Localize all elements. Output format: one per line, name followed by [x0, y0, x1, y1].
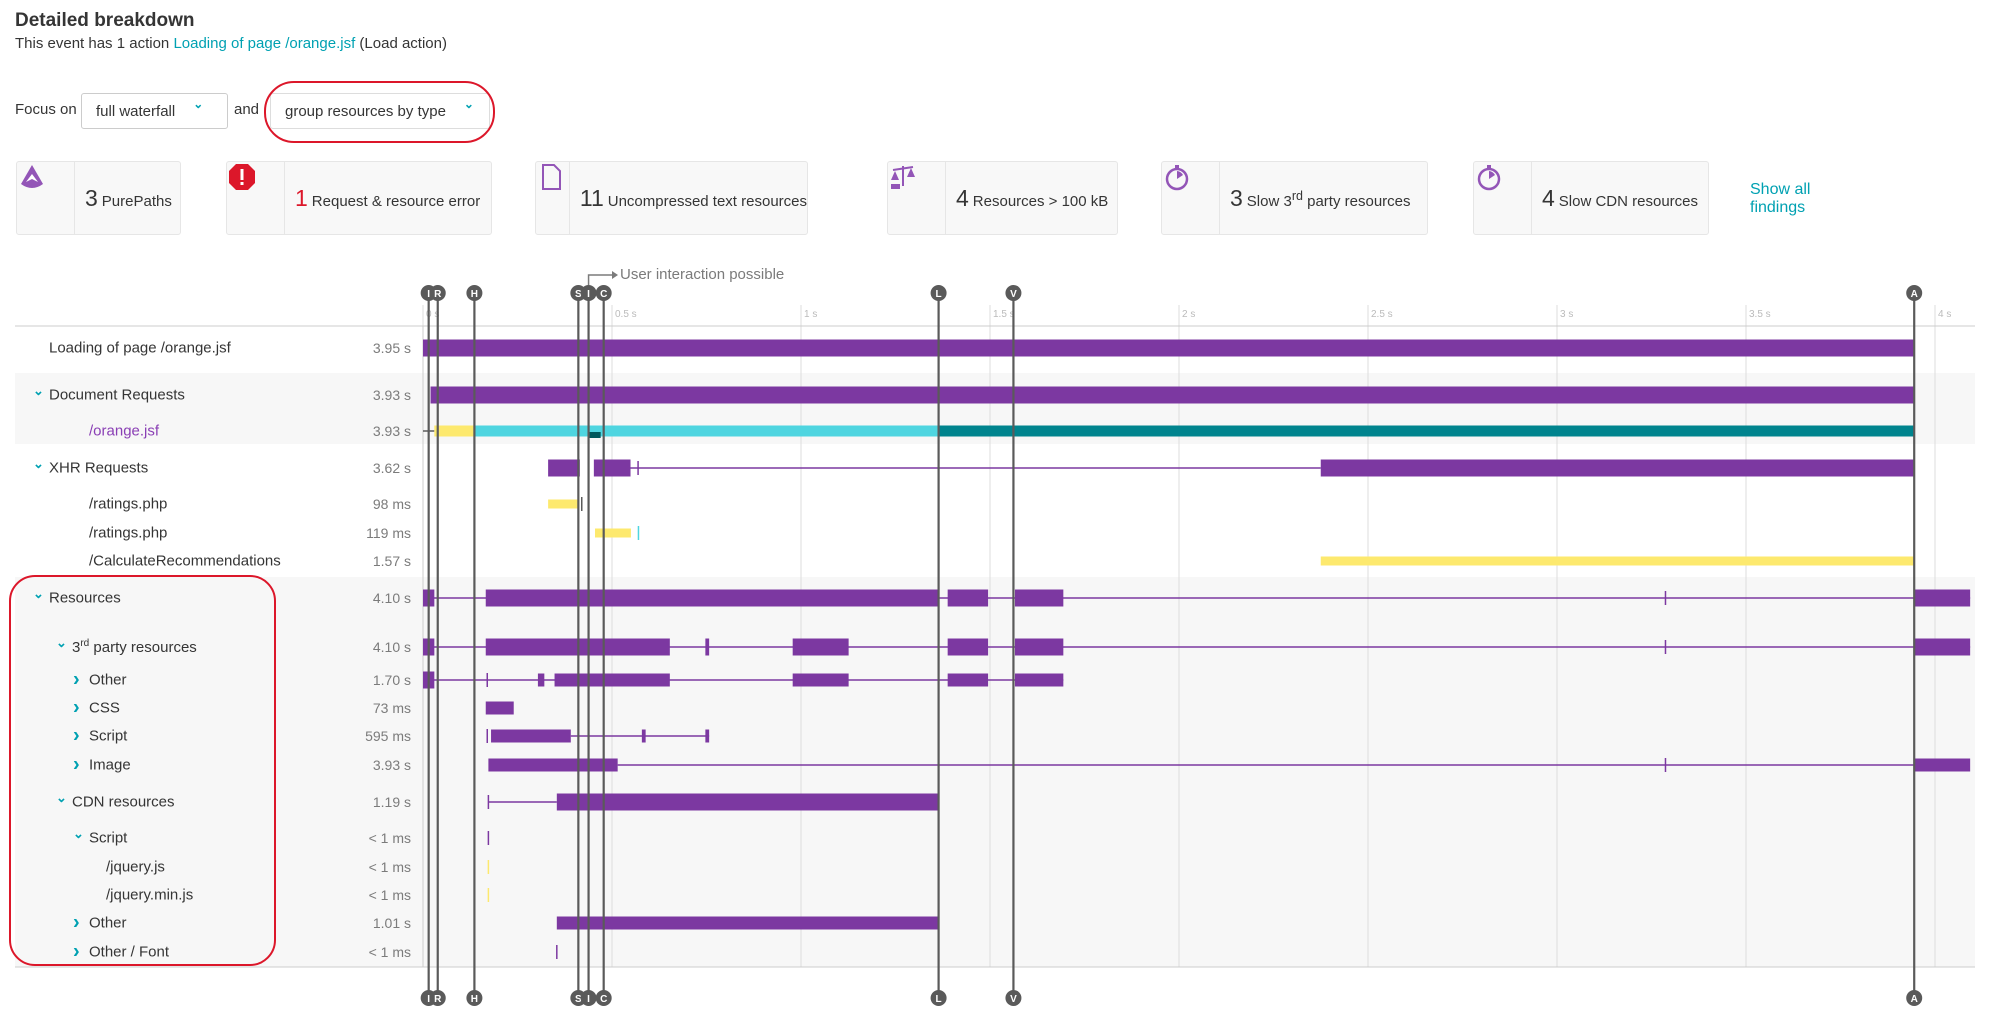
timing-bar	[491, 729, 571, 743]
timing-bar	[594, 528, 631, 538]
marker-label: I	[427, 289, 430, 300]
arrow-head-icon	[612, 271, 618, 279]
timing-bar	[430, 386, 1915, 404]
marker-label: V	[1010, 994, 1017, 1005]
timing-bar	[1014, 589, 1064, 607]
timing-bar	[593, 459, 631, 477]
tick-label: 3.5 s	[1749, 309, 1771, 320]
tick-label: 1.5 s	[993, 309, 1015, 320]
marker-label: C	[600, 289, 607, 300]
marker-label: H	[471, 994, 478, 1005]
marker-label: I	[587, 994, 590, 1005]
timing-bar	[485, 701, 514, 715]
marker-label: L	[936, 994, 942, 1005]
tick-label: 2.5 s	[1371, 309, 1393, 320]
timing-bar	[556, 916, 939, 930]
timing-bar	[488, 758, 618, 772]
timing-bar	[1320, 556, 1915, 566]
timing-bar	[434, 425, 475, 437]
highlight-box	[9, 575, 276, 966]
tick-label: 4 s	[1938, 309, 1951, 320]
timing-bar	[938, 425, 1915, 437]
marker-label: R	[434, 289, 442, 300]
timing-bar	[705, 638, 710, 656]
timing-bar	[947, 673, 989, 687]
timing-bar	[1914, 758, 1971, 772]
timing-bar	[947, 638, 989, 656]
user-interaction-annotation: User interaction possible	[620, 266, 785, 283]
tick-label: 3 s	[1560, 309, 1573, 320]
timing-bar	[947, 589, 989, 607]
marker-label: I	[587, 289, 590, 300]
timing-bar	[485, 589, 939, 607]
timing-bar	[588, 432, 601, 438]
timing-bar	[548, 459, 580, 477]
timing-bar	[554, 673, 670, 687]
timing-bar	[1914, 589, 1971, 607]
timing-bar	[792, 673, 849, 687]
marker-label: V	[1010, 289, 1017, 300]
marker-label: A	[1911, 994, 1918, 1005]
marker-label: H	[471, 289, 478, 300]
annotation-arrow	[587, 274, 613, 285]
timing-bar	[641, 729, 646, 743]
timing-bar	[1320, 459, 1915, 477]
tick-label: 2 s	[1182, 309, 1195, 320]
timing-bar	[1014, 638, 1064, 656]
timing-bar	[1914, 638, 1971, 656]
timing-bar	[792, 638, 849, 656]
marker-label: L	[936, 289, 942, 300]
timing-bar	[1014, 673, 1064, 687]
timing-bar	[705, 729, 710, 743]
marker-label: R	[434, 994, 442, 1005]
marker-label: C	[600, 994, 607, 1005]
timing-bar	[423, 339, 1915, 357]
tick-label: 0.5 s	[615, 309, 637, 320]
timing-bar	[474, 425, 939, 437]
timing-bar	[537, 673, 545, 687]
marker-label: A	[1911, 289, 1918, 300]
waterfall-chart: 0 s 0.5 s1 s 1.5 s2 s 2.5 s3 s 3.5 s4 sIIRRH…	[15, 271, 1975, 1006]
tick-label: 1 s	[804, 309, 817, 320]
timing-bar	[556, 793, 939, 811]
timing-bar	[548, 499, 578, 509]
marker-label: I	[427, 994, 430, 1005]
